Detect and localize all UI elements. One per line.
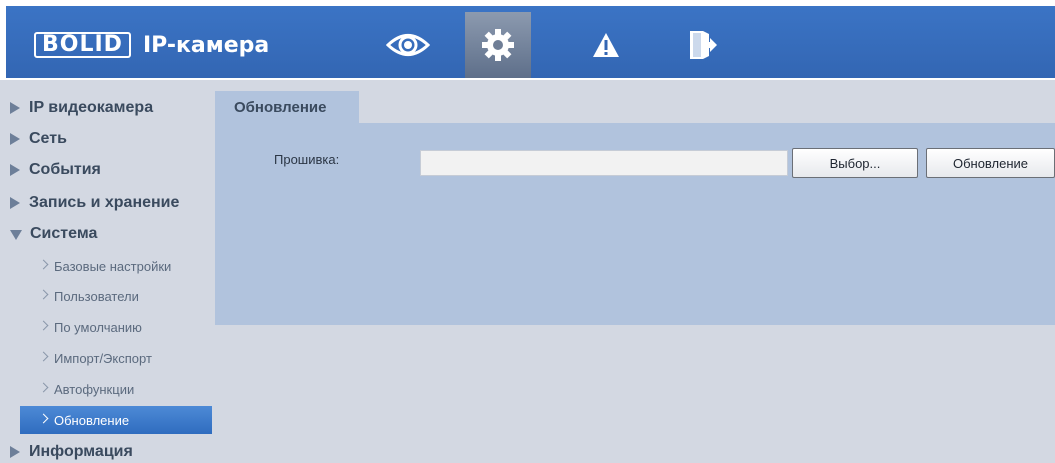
chevron-right-icon xyxy=(38,289,49,300)
logo: BOLID IP-камера xyxy=(34,32,269,58)
sidebar-subitem-label: Базовые настройки xyxy=(54,258,172,274)
settings-button[interactable] xyxy=(465,12,531,78)
firmware-file-input[interactable] xyxy=(420,150,788,176)
sidebar-item-label: Сеть xyxy=(29,130,67,147)
sidebar-subitem-auto-functions[interactable]: Автофункции xyxy=(20,375,212,403)
sidebar-item-label: Система xyxy=(30,225,98,242)
sidebar-item-label: Информация xyxy=(29,443,133,460)
sidebar-item-ip-camera[interactable]: IP видеокамера xyxy=(10,96,153,120)
sidebar-subitem-defaults[interactable]: По умолчанию xyxy=(20,313,212,341)
eye-icon xyxy=(386,34,430,56)
sidebar-subitem-label: Автофункции xyxy=(54,381,135,397)
sidebar-item-system[interactable]: Система xyxy=(10,222,97,246)
sidebar-item-label: События xyxy=(29,161,101,178)
logout-button[interactable] xyxy=(669,12,735,78)
expand-arrow-icon xyxy=(10,197,20,209)
sidebar-subitem-users[interactable]: Пользователи xyxy=(20,282,212,310)
expand-arrow-icon xyxy=(10,102,20,114)
sidebar-subitem-import-export[interactable]: Импорт/Экспорт xyxy=(20,344,212,372)
app-title: IP-камера xyxy=(142,32,270,58)
logo-mark: BOLID xyxy=(34,32,131,58)
header-bar: BOLID IP-камера xyxy=(6,6,1055,78)
sidebar-item-events[interactable]: События xyxy=(10,158,101,182)
sidebar-subitem-label: Обновление xyxy=(54,412,130,428)
sidebar-item-label: IP видеокамера xyxy=(29,99,154,116)
live-view-button[interactable] xyxy=(375,12,441,78)
sidebar-subitem-label: Импорт/Экспорт xyxy=(54,350,152,366)
chevron-right-icon xyxy=(38,413,49,424)
expand-arrow-icon xyxy=(10,164,20,176)
sidebar-item-label: Запись и хранение xyxy=(29,194,180,211)
collapse-arrow-icon xyxy=(10,230,22,240)
chevron-right-icon xyxy=(38,382,49,393)
tab-update[interactable]: Обновление xyxy=(215,91,359,123)
sidebar-subitem-basic-settings[interactable]: Базовые настройки xyxy=(20,252,212,280)
select-file-button[interactable]: Выбор... xyxy=(792,148,918,178)
chevron-right-icon xyxy=(38,320,49,331)
firmware-label: Прошивка: xyxy=(274,152,340,167)
sidebar-subitem-update[interactable]: Обновление xyxy=(20,406,212,434)
update-button[interactable]: Обновление xyxy=(926,148,1055,178)
header: BOLID IP-камера xyxy=(0,0,1055,80)
gear-icon xyxy=(482,29,514,61)
alarm-button[interactable] xyxy=(573,12,639,78)
sidebar-subitem-label: По умолчанию xyxy=(54,319,142,335)
expand-arrow-icon xyxy=(10,446,20,458)
chevron-right-icon xyxy=(38,259,49,270)
sidebar-subitem-label: Пользователи xyxy=(54,288,139,304)
sidebar-item-recording[interactable]: Запись и хранение xyxy=(10,191,179,215)
chevron-right-icon xyxy=(38,351,49,362)
sidebar-item-network[interactable]: Сеть xyxy=(10,127,67,151)
logout-icon xyxy=(690,31,717,59)
warning-icon xyxy=(593,33,619,57)
expand-arrow-icon xyxy=(10,133,20,145)
sidebar-item-information[interactable]: Информация xyxy=(10,440,133,463)
